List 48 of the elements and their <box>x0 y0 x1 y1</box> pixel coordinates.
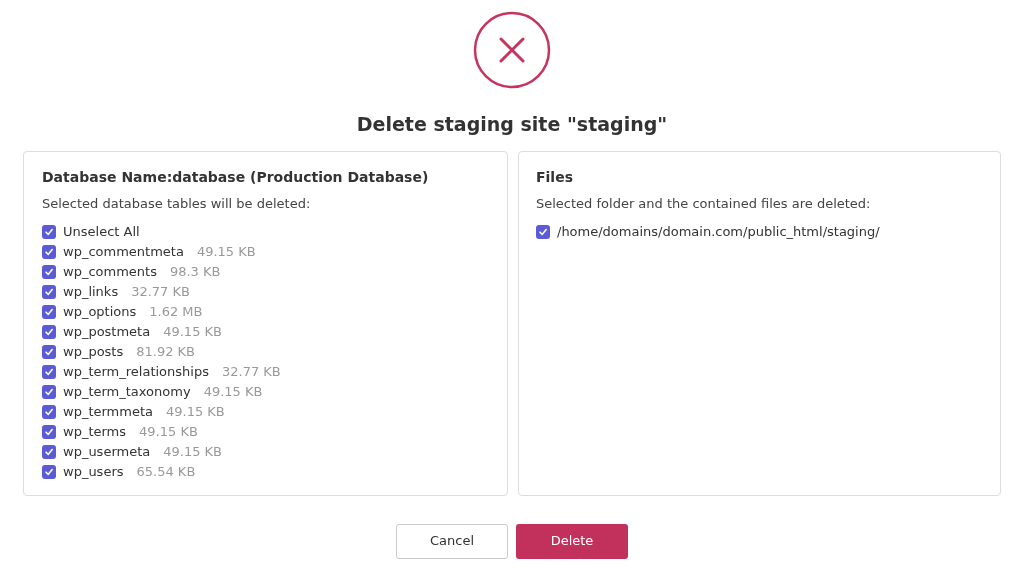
checkbox[interactable] <box>42 345 56 359</box>
checkbox[interactable] <box>536 225 550 239</box>
table-size: 81.92 KB <box>136 343 196 362</box>
checkbox[interactable] <box>42 325 56 339</box>
checkbox[interactable] <box>42 305 56 319</box>
delete-button[interactable]: Delete <box>516 523 628 559</box>
table-size: 49.15 KB <box>196 243 256 262</box>
table-name: wp_users <box>63 463 124 482</box>
checkbox[interactable] <box>42 465 56 479</box>
table-name: wp_terms <box>63 423 127 442</box>
table-name: wp_term_taxonomy <box>63 383 191 402</box>
panel-note: Selected database tables will be deleted: <box>42 194 312 213</box>
table-name: wp_term_relationships <box>63 363 209 382</box>
panel-note: Selected folder and the contained files are deleted: <box>536 194 872 213</box>
checkbox-label: Unselect All <box>63 223 140 242</box>
checkbox[interactable] <box>42 225 56 239</box>
table-name: wp_comments <box>63 263 157 282</box>
table-name: wp_postmeta <box>63 323 151 342</box>
table-size: 1.62 MB <box>149 303 203 322</box>
error-icon <box>473 11 551 89</box>
table-size: 32.77 KB <box>131 283 190 302</box>
checkbox[interactable] <box>42 365 56 379</box>
checkbox[interactable] <box>42 405 56 419</box>
checkbox[interactable] <box>42 265 56 279</box>
folder-path: /home/domains/domain.com/public_html/staging/ <box>557 223 880 242</box>
table-name: wp_posts <box>63 343 124 362</box>
cancel-button[interactable]: Cancel <box>396 523 508 559</box>
table-size: 49.15 KB <box>139 423 198 442</box>
table-name: wp_options <box>63 303 137 322</box>
table-name: wp_usermeta <box>63 443 151 462</box>
checkbox[interactable] <box>42 385 56 399</box>
table-size: 49.15 KB <box>203 383 263 402</box>
table-size: 98.3 KB <box>169 263 221 282</box>
table-size: 32.77 KB <box>221 363 281 382</box>
table-name: wp_links <box>63 283 119 302</box>
checkbox[interactable] <box>42 425 56 439</box>
table-size: 65.54 KB <box>136 463 196 482</box>
table-name: wp_termmeta <box>63 403 153 422</box>
table-size: 49.15 KB <box>163 323 222 342</box>
checkbox[interactable] <box>42 445 56 459</box>
table-name: wp_commentmeta <box>63 243 184 262</box>
dialog-title: Delete staging site "staging" <box>356 112 668 137</box>
checkbox[interactable] <box>42 245 56 259</box>
table-size: 49.15 KB <box>166 403 225 422</box>
table-size: 49.15 KB <box>163 443 223 462</box>
checkbox[interactable] <box>42 285 56 299</box>
panel-heading: Database Name:database (Production Database) <box>42 167 430 187</box>
panel-heading: Files <box>536 167 574 187</box>
